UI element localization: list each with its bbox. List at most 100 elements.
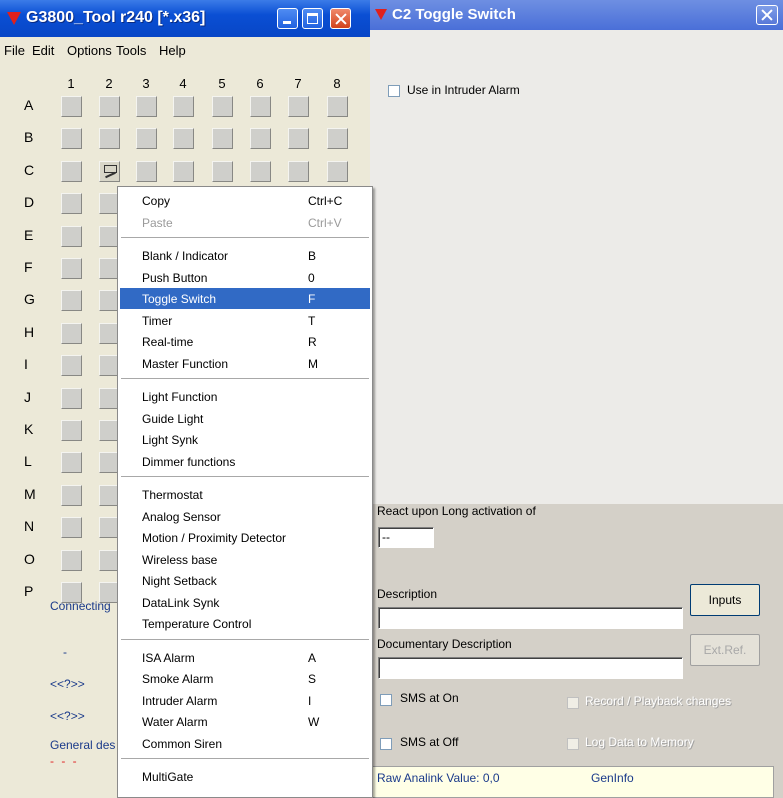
menu-item-push-button[interactable]: Push Button 0 xyxy=(120,267,370,288)
grid-cell-g1[interactable] xyxy=(61,290,82,312)
menu-item-datalink-synk[interactable]: DataLink Synk xyxy=(120,592,370,613)
grid-cell-c5[interactable] xyxy=(212,160,233,182)
grid-cell-a2[interactable] xyxy=(99,96,120,117)
log-data-checkbox[interactable] xyxy=(567,738,579,750)
menu-item-copy[interactable]: Copy Ctrl+C xyxy=(120,190,370,211)
grid-cell-d1[interactable] xyxy=(61,193,82,215)
menu-item-intruder-alarm[interactable]: Intruder Alarm I xyxy=(120,690,370,711)
menu-item-label: Smoke Alarm xyxy=(142,672,214,686)
menu-item-paste[interactable]: Paste Ctrl+V xyxy=(120,212,370,233)
raw-value-bar: Raw Analink Value: 0,0 GenInfo xyxy=(372,766,774,798)
menu-help[interactable]: Help xyxy=(159,43,186,58)
menu-item-multigate[interactable]: MultiGate xyxy=(120,766,370,787)
menu-item-light-synk[interactable]: Light Synk xyxy=(120,429,370,450)
menu-item-water-alarm[interactable]: Water Alarm W xyxy=(120,711,370,732)
grid-cell-a7[interactable] xyxy=(288,96,309,117)
menu-item-night-setback[interactable]: Night Setback xyxy=(120,570,370,591)
general-description-link[interactable]: General des xyxy=(50,738,115,752)
grid-cell-a3[interactable] xyxy=(136,96,157,117)
grid-cell-i1[interactable] xyxy=(61,355,82,377)
grid-cell-c1[interactable] xyxy=(61,160,82,182)
minimize-button[interactable] xyxy=(277,8,298,29)
grid-cell-b8[interactable] xyxy=(327,128,348,150)
grid-cell-f1[interactable] xyxy=(61,258,82,279)
sms-off-checkbox[interactable] xyxy=(380,738,392,750)
maximize-button[interactable] xyxy=(302,8,323,29)
grid-cell-o1[interactable] xyxy=(61,549,82,571)
menu-item-real-time[interactable]: Real-time R xyxy=(120,331,370,352)
use-intruder-checkbox[interactable] xyxy=(388,85,400,97)
row-header-d: D xyxy=(24,194,35,211)
react-input[interactable]: -- xyxy=(378,527,434,548)
grid-cell-a8[interactable] xyxy=(327,96,348,117)
menu-file[interactable]: File xyxy=(4,43,25,58)
menu-item-thermostat[interactable]: Thermostat xyxy=(120,484,370,505)
link-2[interactable]: <<?>> xyxy=(50,709,85,723)
menu-item-common-siren[interactable]: Common Siren xyxy=(120,733,370,754)
geninfo-link[interactable]: GenInfo xyxy=(591,771,634,785)
grid-cell-b3[interactable] xyxy=(136,128,157,150)
grid-cell-c3[interactable] xyxy=(136,160,157,182)
menu-item-temperature-control[interactable]: Temperature Control xyxy=(120,613,370,634)
grid-cell-e1[interactable] xyxy=(61,225,82,247)
row-header-a: A xyxy=(24,97,34,113)
row-header-l: L xyxy=(24,453,32,470)
extref-button[interactable]: Ext.Ref. xyxy=(690,634,760,666)
menu-item-wireless-base[interactable]: Wireless base xyxy=(120,549,370,570)
close-button[interactable] xyxy=(330,8,351,29)
menu-item-isa-alarm[interactable]: ISA Alarm A xyxy=(120,647,370,668)
menu-item-smoke-alarm[interactable]: Smoke Alarm S xyxy=(120,668,370,689)
grid-cell-b5[interactable] xyxy=(212,128,233,150)
grid-cell-a5[interactable] xyxy=(212,96,233,117)
grid-cell-c8[interactable] xyxy=(327,160,348,182)
menu-edit[interactable]: Edit xyxy=(32,43,54,58)
grid-cell-b2[interactable] xyxy=(99,128,120,150)
link-1[interactable]: <<?>> xyxy=(50,677,85,691)
grid-cell-h1[interactable] xyxy=(61,322,82,344)
grid-cell-b7[interactable] xyxy=(288,128,309,150)
toggle-switch-icon[interactable] xyxy=(99,160,120,182)
grid-cell-n1[interactable] xyxy=(61,517,82,539)
menu-item-master-function[interactable]: Master Function M xyxy=(120,353,370,374)
menu-item-motion-proximity-detector[interactable]: Motion / Proximity Detector xyxy=(120,527,370,548)
description-input[interactable] xyxy=(378,607,683,629)
grid-cell-j1[interactable] xyxy=(61,387,82,409)
description-label: Description xyxy=(377,587,438,601)
menu-item-analog-sensor[interactable]: Analog Sensor xyxy=(120,506,370,527)
grid-cell-c7[interactable] xyxy=(288,160,309,182)
menu-item-timer[interactable]: Timer T xyxy=(120,310,370,331)
grid-cell-a1[interactable] xyxy=(61,96,82,117)
grid-cell-a4[interactable] xyxy=(173,96,194,117)
inputs-button[interactable]: Inputs xyxy=(690,584,760,616)
grid-cell-c6[interactable] xyxy=(250,160,271,182)
grid-cell-b6[interactable] xyxy=(250,128,271,150)
menu-item-shortcut: M xyxy=(308,356,318,371)
grid-cell-k1[interactable] xyxy=(61,420,82,441)
menu-options[interactable]: Options xyxy=(67,43,112,58)
sms-off-label: SMS at Off xyxy=(400,735,459,749)
menu-tools[interactable]: Tools xyxy=(116,43,146,58)
grid-cell-a6[interactable] xyxy=(250,96,271,117)
menu-item-dimmer-functions[interactable]: Dimmer functions xyxy=(120,451,370,472)
menu-item-blank-indicator[interactable]: Blank / Indicator B xyxy=(120,245,370,266)
menu-item-shortcut: T xyxy=(308,313,316,328)
grid-cell-m1[interactable] xyxy=(61,484,82,506)
properties-titlebar[interactable]: C2 Toggle Switch xyxy=(370,0,783,30)
grid-cell-c4[interactable] xyxy=(173,160,194,182)
row-header-p: P xyxy=(24,583,34,599)
grid-cell-l1[interactable] xyxy=(61,452,82,474)
menu-item-label: DataLink Synk xyxy=(142,595,220,610)
main-titlebar[interactable]: G3800_Tool r240 [*.x36] xyxy=(0,0,370,37)
record-playback-checkbox[interactable] xyxy=(567,697,579,709)
properties-bottom-panel: React upon Long activation of -- Descrip… xyxy=(370,504,783,798)
properties-close-button[interactable] xyxy=(756,5,778,25)
sms-on-label: SMS at On xyxy=(400,691,459,705)
menu-item-toggle-switch[interactable]: Toggle Switch F xyxy=(120,288,370,309)
menu-item-guide-light[interactable]: Guide Light xyxy=(120,408,370,429)
menu-item-light-function[interactable]: Light Function xyxy=(120,386,370,407)
menu-item-shortcut: 0 xyxy=(308,270,315,285)
sms-on-checkbox[interactable] xyxy=(380,694,392,706)
grid-cell-b4[interactable] xyxy=(173,128,194,150)
doc-description-input[interactable] xyxy=(378,657,683,679)
grid-cell-b1[interactable] xyxy=(61,128,82,150)
